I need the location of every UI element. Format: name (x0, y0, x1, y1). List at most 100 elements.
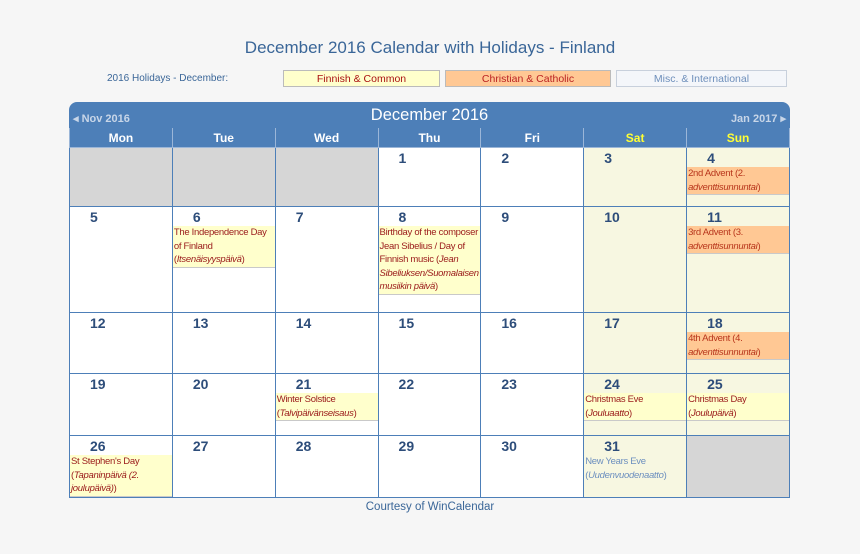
holiday-local-name: Tapaninpäivä (2. joulupäivä) (71, 469, 139, 495)
day-number: 23 (501, 376, 517, 392)
holiday-event[interactable]: 2nd Advent (2. adventtisunnuntai) (687, 167, 789, 195)
day-cell: 26 St Stephen's Day (Tapaninpäivä (2. jou… (69, 435, 173, 498)
day-cell: 28 (274, 435, 379, 498)
day-number: 22 (398, 376, 415, 392)
holiday-local-name: adventtisunnuntai (688, 181, 758, 193)
day-cell: 29 (377, 435, 482, 498)
weekday-sat: Sat (583, 128, 688, 148)
holiday-event[interactable]: The Independence Day of Finland (Itsenäi… (172, 226, 275, 268)
day-number: 2 (501, 150, 510, 166)
holiday-local-name: Itsenäisyyspäivä (176, 254, 242, 265)
day-cell: 3 (583, 147, 688, 207)
day-number: 9 (501, 209, 510, 225)
day-number: 21 (295, 376, 312, 392)
legend-misc-international: Misc. & International (616, 70, 787, 87)
day-cell: 17 (583, 312, 688, 374)
day-cell: 4 2nd Advent (2. adventtisunnuntai) (686, 147, 790, 207)
empty-day-cell (274, 147, 379, 207)
day-cell: 20 (171, 373, 276, 436)
holiday-local-name: Joulupäivä (690, 407, 734, 419)
month-title: December 2016 (370, 106, 489, 124)
day-number: 27 (192, 438, 209, 454)
day-cell: 5 (69, 206, 173, 313)
day-number: 20 (192, 376, 209, 392)
day-number: 3 (604, 150, 613, 166)
holiday-name-suffix: ) (757, 346, 761, 358)
weekday-wed: Wed (274, 128, 379, 148)
courtesy-link[interactable]: Courtesy of WinCalendar (0, 501, 860, 513)
day-number: 15 (398, 315, 415, 331)
day-number: 6 (192, 209, 201, 225)
holiday-local-name: adventtisunnuntai (688, 346, 758, 358)
holiday-name-suffix: ) (435, 281, 438, 292)
weekday-mon: Mon (69, 128, 173, 148)
holiday-event[interactable]: 4th Advent (4. adventtisunnuntai) (687, 332, 789, 360)
legend-christian-catholic: Christian & Catholic (445, 70, 611, 87)
holiday-local-name: Jouluaatto (588, 407, 629, 419)
day-number: 13 (192, 315, 209, 331)
day-cell: 31 New Years Eve (Uudenvuodenaatto) (583, 435, 688, 498)
holiday-name-suffix: ) (113, 483, 117, 494)
holiday-local-name: Talvipäivänseisaus (279, 407, 354, 419)
day-cell: 22 (377, 373, 482, 436)
weekday-fri: Fri (480, 128, 585, 148)
day-number: 12 (90, 315, 106, 331)
day-number: 10 (604, 209, 620, 225)
day-cell: 2 (480, 147, 585, 207)
weekday-row: Mon Tue Wed Thu Fri Sat Sun (69, 128, 790, 148)
holiday-event[interactable]: Winter Solstice (Talvipäivänseisaus) (275, 393, 378, 421)
holiday-event[interactable]: Birthday of the composer Jean Sibelius /… (378, 226, 481, 295)
day-number: 30 (501, 438, 517, 454)
day-cell: 23 (480, 373, 585, 436)
week-row: 1 2 3 4 2nd Advent (2. adventtisunnuntai) (69, 147, 790, 207)
day-number: 31 (604, 438, 620, 454)
holiday-name-suffix: ) (663, 469, 667, 481)
weekday-sun: Sun (686, 128, 790, 148)
holiday-event[interactable]: Christmas Eve (Jouluaatto) (584, 393, 687, 421)
day-number: 24 (604, 376, 620, 392)
empty-day-cell (686, 435, 790, 498)
calendar-body: 1 2 3 4 2nd Advent (2. adventtisunnuntai) 5 6 T… (69, 147, 790, 498)
day-cell: 6 The Independence Day of Finland (Itsenä… (171, 206, 276, 313)
holiday-event[interactable]: New Years Eve (Uudenvuodenaatto) (584, 455, 686, 482)
holiday-event[interactable]: 3rd Advent (3. adventtisunnuntai) (687, 226, 789, 254)
holiday-local-name: Uudenvuodenaatto (588, 469, 664, 481)
holiday-name: 4th Advent (4. (688, 333, 743, 344)
day-number: 28 (295, 438, 312, 454)
holiday-name-suffix: ) (757, 240, 761, 252)
legend-label: 2016 Holidays - December: (107, 73, 229, 84)
day-cell: 27 (171, 435, 276, 498)
week-row: 19 20 21 Winter Solstice (Talvipäivänseisau… (69, 373, 790, 436)
day-cell: 10 (583, 206, 688, 313)
day-cell: 11 3rd Advent (3. adventtisunnuntai) (686, 206, 790, 313)
day-number: 14 (295, 315, 312, 331)
legend-finnish-common: Finnish & Common (283, 70, 440, 87)
day-number: 7 (295, 209, 304, 225)
holiday-event[interactable]: St Stephen's Day (Tapaninpäivä (2. joulu… (70, 455, 172, 497)
day-cell: 19 (69, 373, 173, 436)
day-cell: 21 Winter Solstice (Talvipäivänseisaus) (274, 373, 379, 436)
empty-day-cell (171, 147, 276, 207)
day-number: 1 (398, 150, 407, 166)
day-number: 25 (707, 376, 723, 392)
day-number: 29 (398, 438, 415, 454)
day-number: 4 (707, 150, 715, 166)
day-cell: 24 Christmas Eve (Jouluaatto) (583, 373, 688, 436)
holiday-name: 3rd Advent (3. (688, 227, 744, 238)
day-cell: 7 (274, 206, 379, 313)
holiday-event[interactable]: Christmas Day (Joulupäivä) (687, 393, 789, 421)
holiday-name-suffix: ) (628, 407, 632, 419)
day-number: 26 (90, 438, 106, 454)
weekday-tue: Tue (171, 128, 276, 148)
next-month-link[interactable]: Jan 2017 ▸ (731, 112, 786, 125)
day-cell: 25 Christmas Day (Joulupäivä) (686, 373, 790, 436)
calendar: ◂ Nov 2016 December 2016 Jan 2017 ▸ Mon T… (69, 102, 790, 498)
day-number: 16 (501, 315, 517, 331)
week-row: 12 13 14 15 16 17 18 4th Advent (4. adventtisun… (69, 312, 790, 374)
day-number: 8 (398, 209, 407, 225)
day-number: 5 (90, 209, 98, 225)
week-row: 26 St Stephen's Day (Tapaninpäivä (2. jou… (69, 435, 790, 498)
day-number: 18 (707, 315, 723, 331)
day-cell: 14 (274, 312, 379, 374)
day-cell: 8 Birthday of the composer Jean Sibelius … (377, 206, 482, 313)
